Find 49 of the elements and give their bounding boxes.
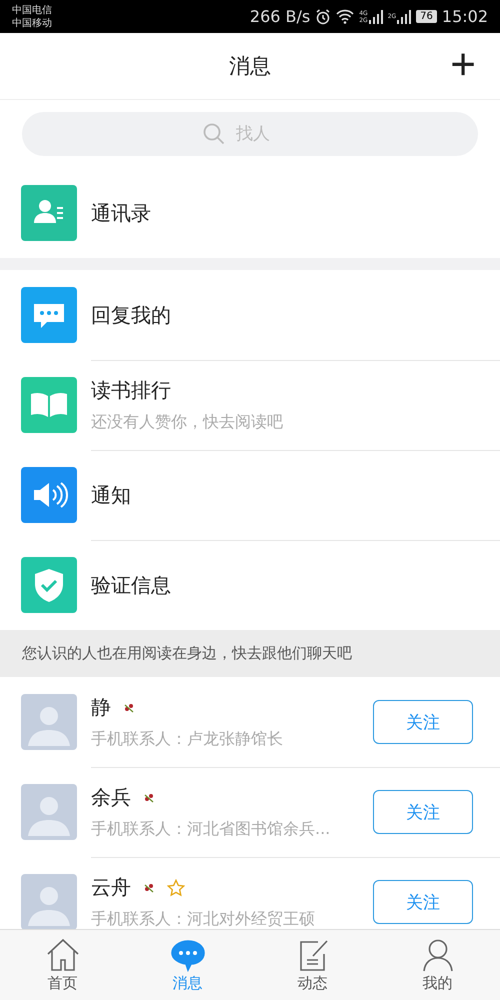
menu-item[interactable]: 读书排行 还没有人赞你，快去阅读吧 <box>0 360 500 450</box>
suggestion-text: 您认识的人也在用阅读在身边，快去跟他们聊天吧 <box>22 644 352 663</box>
chat-bubble-icon <box>21 287 77 343</box>
wifi-icon <box>336 9 354 24</box>
battery-level: 76 <box>416 10 437 23</box>
contact-name: 余兵 <box>91 784 131 811</box>
alarm-icon <box>315 8 332 24</box>
menu-item[interactable]: 回复我的 <box>0 270 500 360</box>
signal-icon <box>397 10 412 24</box>
item-title: 通讯录 <box>91 200 152 226</box>
search-icon <box>202 122 226 146</box>
carrier-name: 中国电信 <box>12 4 52 16</box>
tab[interactable]: 动态 <box>250 930 375 1000</box>
contact-source: 手机联系人：河北对外经贸王硕 <box>91 909 316 929</box>
item-title: 验证信息 <box>91 572 172 598</box>
chat-bubble-icon <box>170 938 204 972</box>
contact-name: 云舟 <box>91 874 131 901</box>
contact-source: 手机联系人：卢龙张静馆长 <box>91 729 284 750</box>
tab[interactable]: 首页 <box>0 930 125 1000</box>
star-icon <box>167 878 185 896</box>
menu-item[interactable]: 通知 <box>0 450 500 540</box>
clock: 15:02 <box>442 7 488 26</box>
shield-check-icon <box>21 557 77 613</box>
contact-card-icon <box>21 185 77 241</box>
book-icon <box>21 377 77 433</box>
item-subtitle: 还没有人赞你，快去阅读吧 <box>91 412 284 433</box>
avatar-icon <box>21 874 77 929</box>
flower-icon <box>143 882 155 894</box>
carrier-name: 中国移动 <box>12 16 52 30</box>
speaker-icon <box>21 467 77 523</box>
add-button[interactable]: + <box>446 39 480 91</box>
menu-item[interactable]: 验证信息 <box>0 540 500 630</box>
network-speed: 266 B/s <box>250 7 310 26</box>
item-title: 读书排行 <box>91 377 172 404</box>
person-icon <box>420 938 454 972</box>
flower-icon <box>143 792 155 804</box>
signal-icon <box>368 10 383 24</box>
contact-source: 手机联系人：河北省图书馆余兵... <box>91 819 332 840</box>
item-title: 回复我的 <box>91 302 172 328</box>
avatar-icon <box>21 784 77 840</box>
menu-item[interactable]: 通讯录 <box>0 168 500 258</box>
contact-name: 静 <box>91 694 111 721</box>
search-field[interactable]: 找人 <box>234 123 298 145</box>
home-icon <box>46 938 80 972</box>
avatar-icon <box>21 694 77 750</box>
flower-icon <box>123 702 135 714</box>
page-title: 消息 <box>229 53 271 80</box>
item-title: 通知 <box>91 482 132 508</box>
tab[interactable]: 我的 <box>375 930 500 1000</box>
